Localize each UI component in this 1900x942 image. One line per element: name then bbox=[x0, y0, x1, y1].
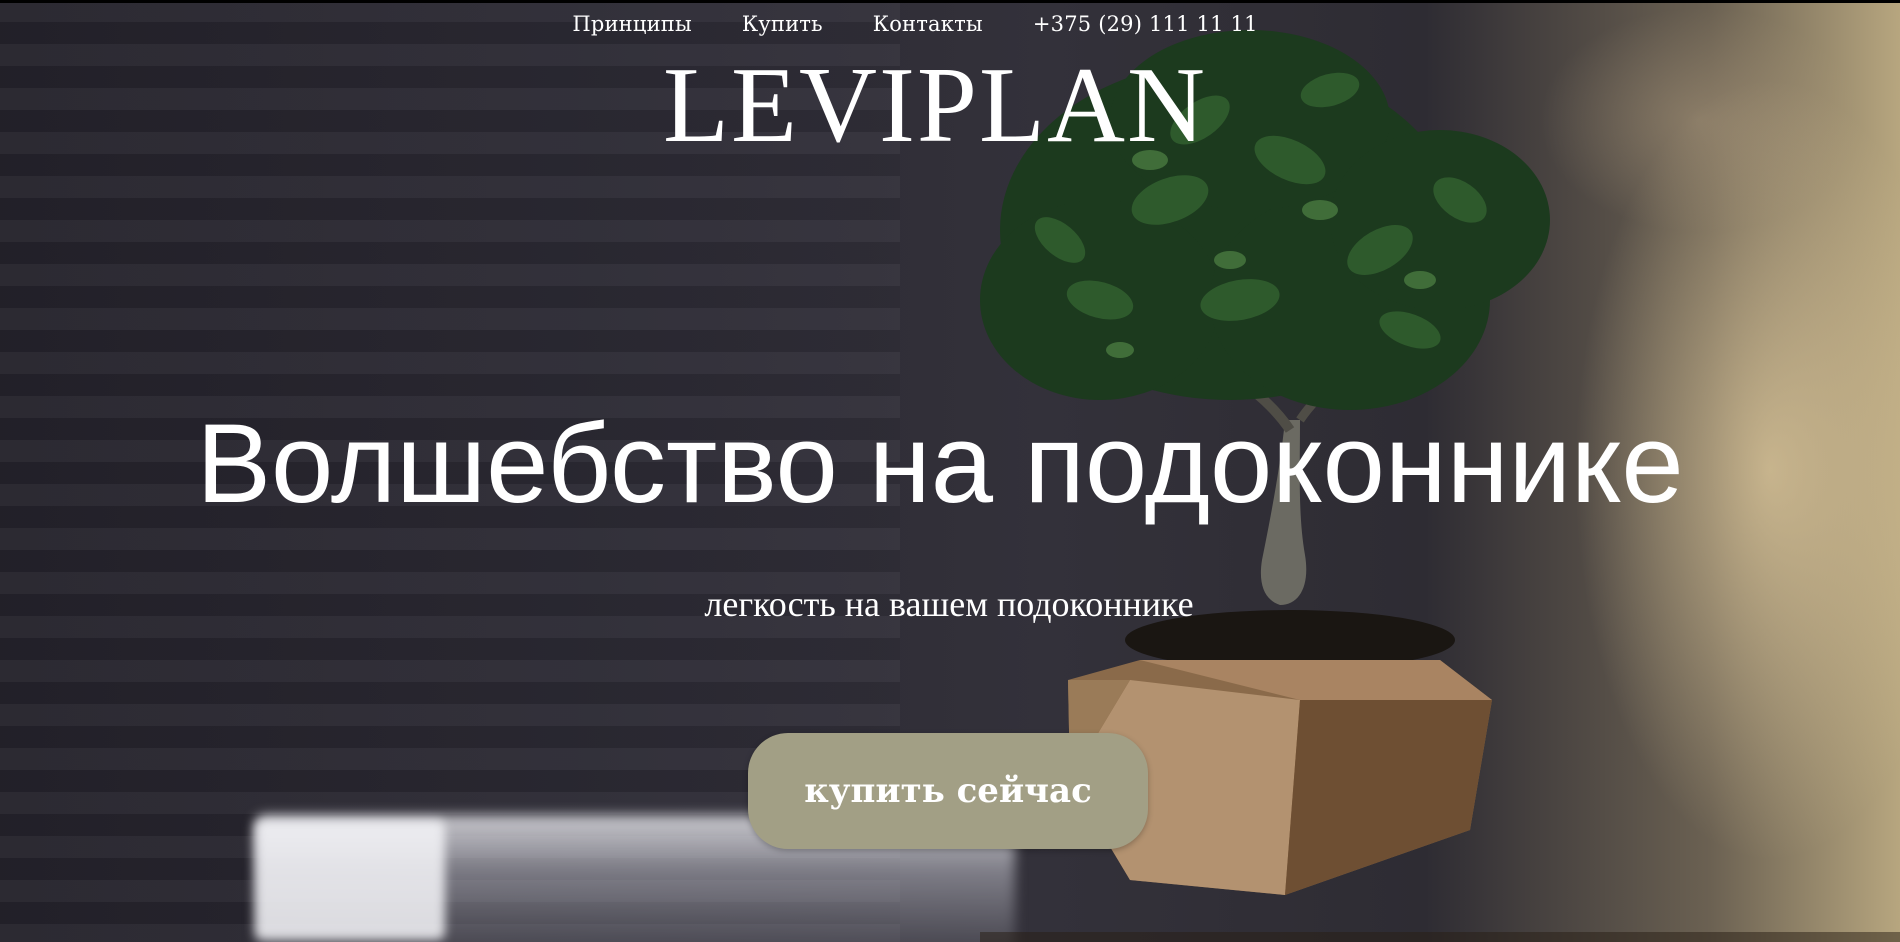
hero-subheadline: легкость на вашем подоконнике bbox=[704, 584, 1194, 624]
hero-section: Принципы Купить Контакты +375 (29) 111 1… bbox=[0, 0, 1900, 942]
nav-link-principles[interactable]: Принципы bbox=[572, 12, 692, 36]
site-logo: LEVIPLAN bbox=[663, 46, 1207, 165]
top-border bbox=[0, 0, 1900, 3]
nav-link-contacts[interactable]: Контакты bbox=[873, 12, 983, 36]
nav-phone-link[interactable]: +375 (29) 111 11 11 bbox=[1033, 12, 1258, 36]
hero-headline: Волшебство на подоконнике bbox=[196, 401, 1684, 526]
buy-now-button[interactable]: купить сейчас bbox=[748, 733, 1148, 849]
nav-link-buy[interactable]: Купить bbox=[742, 12, 823, 36]
main-navigation: Принципы Купить Контакты +375 (29) 111 1… bbox=[0, 12, 1900, 36]
